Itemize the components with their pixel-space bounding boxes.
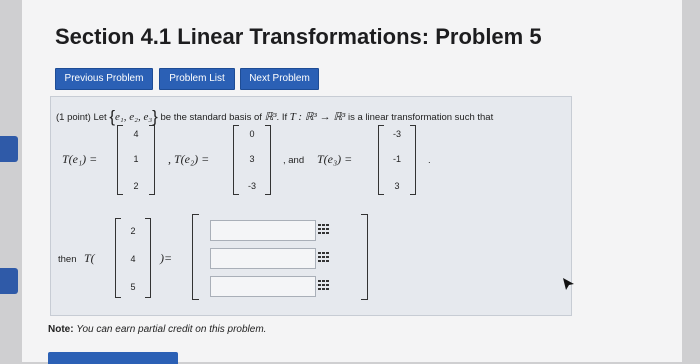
linear-transformation-text: is a linear transformation such that [348,112,494,123]
grid-icon[interactable] [318,280,330,291]
vector-entry: 5 [130,282,136,292]
if-text: . If [276,112,288,123]
vector-entry: 2 [130,226,136,236]
answer-input-1[interactable] [210,220,316,241]
vector-entry: -1 [392,154,401,164]
side-tab[interactable] [0,268,18,294]
note-label: Note: [48,324,74,335]
t-e2-vector: 0 3 -3 [233,125,271,195]
transformation-map: T : ℝ³ → ℝ³ [289,111,346,123]
input-vector: 2 4 5 [115,218,151,298]
period: . [428,155,431,166]
page-title: Section 4.1 Linear Transformations: Prob… [55,24,542,49]
next-problem-button[interactable]: Next Problem [240,68,319,90]
submit-button[interactable] [48,352,178,364]
and-text: , and [283,155,305,166]
note: Note: You can earn partial credit on thi… [48,324,266,335]
standard-basis-text: be the standard basis of [160,112,262,123]
previous-problem-button[interactable]: Previous Problem [55,68,153,90]
vector-entry: 0 [249,129,255,139]
t-open-label: T( [84,251,95,265]
vector-entry: 2 [133,181,139,191]
t-e1-vector: 4 1 2 [117,125,155,195]
answer-input-3[interactable] [210,276,316,297]
note-text: You can earn partial credit on this prob… [76,324,267,335]
brace-close: } [152,107,158,126]
vector-entry: 3 [394,181,400,191]
vector-entry: -3 [247,181,256,191]
side-tab[interactable] [0,136,18,162]
problem-statement: (1 point) Let {e₁, e₂, e₃} be the standa… [56,107,493,127]
basis-vectors: e₁, e₂, e₃ [115,111,153,123]
t-e2-label: , T(e₂) = [168,152,210,166]
t-e3-vector: -3 -1 3 [378,125,416,195]
grid-icon[interactable] [318,224,330,235]
vector-entry: 4 [133,129,139,139]
vector-entry: 3 [249,154,255,164]
vector-entry: 4 [130,254,136,264]
points-text: (1 point) Let [56,112,107,123]
vector-entry: -3 [392,129,401,139]
answer-input-2[interactable] [210,248,316,269]
t-e3-label: T(e₃) = [317,152,353,166]
grid-icon[interactable] [318,252,330,263]
close-equals: )= [160,251,173,265]
problem-list-button[interactable]: Problem List [159,68,235,90]
then-text: then [58,254,77,265]
r3-symbol: ℝ³ [264,111,277,123]
t-e1-label: T(e₁) = [62,152,98,166]
mouse-cursor-icon [563,278,574,290]
vector-entry: 1 [133,154,139,164]
